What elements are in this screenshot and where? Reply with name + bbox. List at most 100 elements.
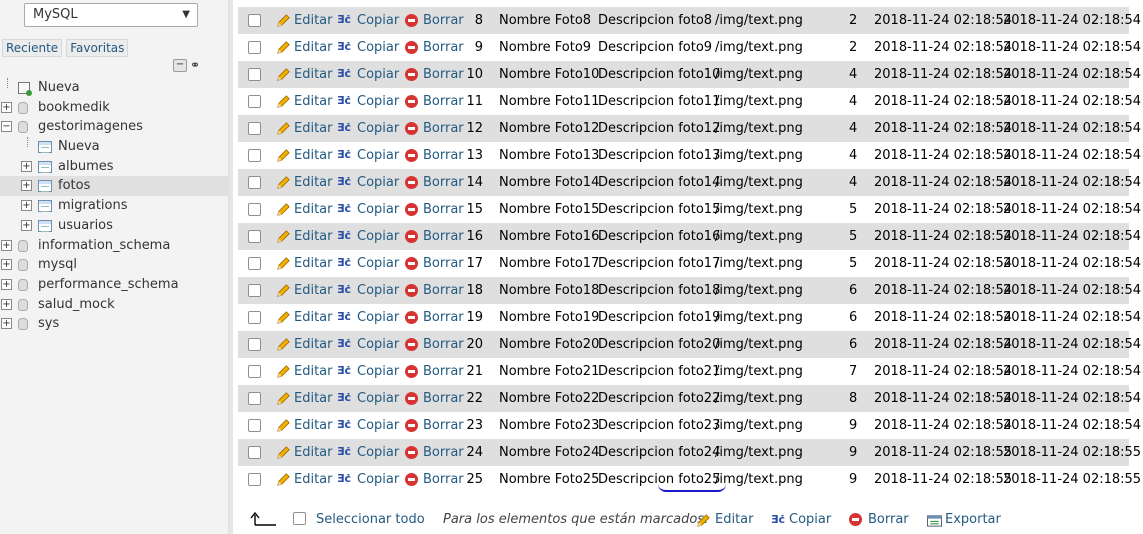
row-checkbox[interactable]: [248, 41, 261, 54]
sidebar-resizer[interactable]: [229, 0, 233, 534]
row-checkbox[interactable]: [248, 311, 261, 324]
copy-link[interactable]: Copiar: [357, 412, 399, 439]
tree-item[interactable]: Nueva: [0, 137, 229, 157]
delete-link[interactable]: Borrar: [423, 331, 464, 358]
tree-item[interactable]: + migrations: [0, 196, 229, 216]
tree-item[interactable]: + fotos: [0, 176, 229, 197]
edit-link[interactable]: Editar: [294, 223, 333, 250]
edit-link[interactable]: Editar: [294, 250, 333, 277]
edit-link[interactable]: Editar: [294, 169, 333, 196]
edit-link[interactable]: Editar: [294, 7, 333, 34]
tree-item[interactable]: + bookmedik: [0, 98, 229, 118]
bulk-delete-button[interactable]: Borrar: [868, 512, 909, 527]
bulk-copy-button[interactable]: Copiar: [789, 512, 831, 527]
tree-item[interactable]: Nueva: [0, 78, 229, 98]
tab-favorites[interactable]: Favoritas: [66, 39, 129, 57]
tree-item[interactable]: + information_schema: [0, 236, 229, 256]
expand-icon[interactable]: +: [1, 298, 12, 310]
expand-icon[interactable]: +: [21, 200, 32, 212]
delete-link[interactable]: Borrar: [423, 250, 464, 277]
edit-link[interactable]: Editar: [294, 196, 333, 223]
expand-icon[interactable]: +: [1, 239, 12, 251]
tree-item[interactable]: + mysql: [0, 255, 229, 275]
copy-link[interactable]: Copiar: [357, 358, 399, 385]
edit-link[interactable]: Editar: [294, 304, 333, 331]
edit-link[interactable]: Editar: [294, 88, 333, 115]
copy-link[interactable]: Copiar: [357, 196, 399, 223]
copy-link[interactable]: Copiar: [357, 88, 399, 115]
copy-link[interactable]: Copiar: [357, 169, 399, 196]
edit-link[interactable]: Editar: [294, 61, 333, 88]
delete-link[interactable]: Borrar: [423, 88, 464, 115]
copy-link[interactable]: Copiar: [357, 304, 399, 331]
edit-link[interactable]: Editar: [294, 142, 333, 169]
delete-link[interactable]: Borrar: [423, 304, 464, 331]
collapse-icon[interactable]: −: [1, 121, 12, 133]
row-checkbox[interactable]: [248, 419, 261, 432]
copy-link[interactable]: Copiar: [357, 439, 399, 466]
row-checkbox[interactable]: [248, 149, 261, 162]
copy-link[interactable]: Copiar: [357, 385, 399, 412]
row-checkbox[interactable]: [248, 176, 261, 189]
delete-link[interactable]: Borrar: [423, 358, 464, 385]
copy-link[interactable]: Copiar: [357, 7, 399, 34]
tree-item[interactable]: − gestorimagenes: [0, 117, 229, 137]
row-checkbox[interactable]: [248, 392, 261, 405]
expand-icon[interactable]: +: [1, 259, 12, 271]
delete-link[interactable]: Borrar: [423, 439, 464, 466]
delete-link[interactable]: Borrar: [423, 169, 464, 196]
row-checkbox[interactable]: [248, 284, 261, 297]
expand-icon[interactable]: +: [1, 278, 12, 290]
row-checkbox[interactable]: [248, 446, 261, 459]
link-icon[interactable]: ⚭: [190, 59, 200, 72]
delete-link[interactable]: Borrar: [423, 142, 464, 169]
select-all-link[interactable]: Seleccionar todo: [316, 512, 425, 527]
edit-link[interactable]: Editar: [294, 412, 333, 439]
delete-link[interactable]: Borrar: [423, 412, 464, 439]
tab-recent[interactable]: Reciente: [2, 39, 63, 57]
tree-item[interactable]: + albumes: [0, 157, 229, 177]
edit-link[interactable]: Editar: [294, 358, 333, 385]
copy-link[interactable]: Copiar: [357, 115, 399, 142]
delete-link[interactable]: Borrar: [423, 223, 464, 250]
expand-icon[interactable]: +: [1, 101, 12, 113]
collapse-all-icon[interactable]: −: [173, 59, 187, 72]
copy-link[interactable]: Copiar: [357, 277, 399, 304]
expand-icon[interactable]: +: [21, 180, 32, 192]
delete-link[interactable]: Borrar: [423, 34, 464, 61]
expand-icon[interactable]: +: [21, 219, 32, 231]
row-checkbox[interactable]: [248, 68, 261, 81]
expand-icon[interactable]: +: [21, 160, 32, 172]
copy-link[interactable]: Copiar: [357, 250, 399, 277]
tree-item[interactable]: + usuarios: [0, 216, 229, 236]
delete-link[interactable]: Borrar: [423, 196, 464, 223]
delete-link[interactable]: Borrar: [423, 385, 464, 412]
copy-link[interactable]: Copiar: [357, 466, 399, 493]
row-checkbox[interactable]: [248, 203, 261, 216]
row-checkbox[interactable]: [248, 14, 261, 27]
edit-link[interactable]: Editar: [294, 331, 333, 358]
tree-item[interactable]: + salud_mock: [0, 295, 229, 315]
delete-link[interactable]: Borrar: [423, 466, 464, 493]
tree-item[interactable]: + sys: [0, 314, 229, 334]
select-all-checkbox[interactable]: [293, 512, 306, 525]
copy-link[interactable]: Copiar: [357, 61, 399, 88]
row-checkbox[interactable]: [248, 473, 261, 486]
copy-link[interactable]: Copiar: [357, 34, 399, 61]
row-checkbox[interactable]: [248, 338, 261, 351]
copy-link[interactable]: Copiar: [357, 331, 399, 358]
server-select[interactable]: MySQL ▼: [24, 3, 198, 27]
bulk-edit-button[interactable]: Editar: [715, 512, 754, 527]
row-checkbox[interactable]: [248, 257, 261, 270]
edit-link[interactable]: Editar: [294, 34, 333, 61]
delete-link[interactable]: Borrar: [423, 61, 464, 88]
tree-item[interactable]: + performance_schema: [0, 275, 229, 295]
delete-link[interactable]: Borrar: [423, 115, 464, 142]
delete-link[interactable]: Borrar: [423, 277, 464, 304]
edit-link[interactable]: Editar: [294, 466, 333, 493]
edit-link[interactable]: Editar: [294, 115, 333, 142]
row-checkbox[interactable]: [248, 365, 261, 378]
row-checkbox[interactable]: [248, 122, 261, 135]
edit-link[interactable]: Editar: [294, 439, 333, 466]
delete-link[interactable]: Borrar: [423, 7, 464, 34]
